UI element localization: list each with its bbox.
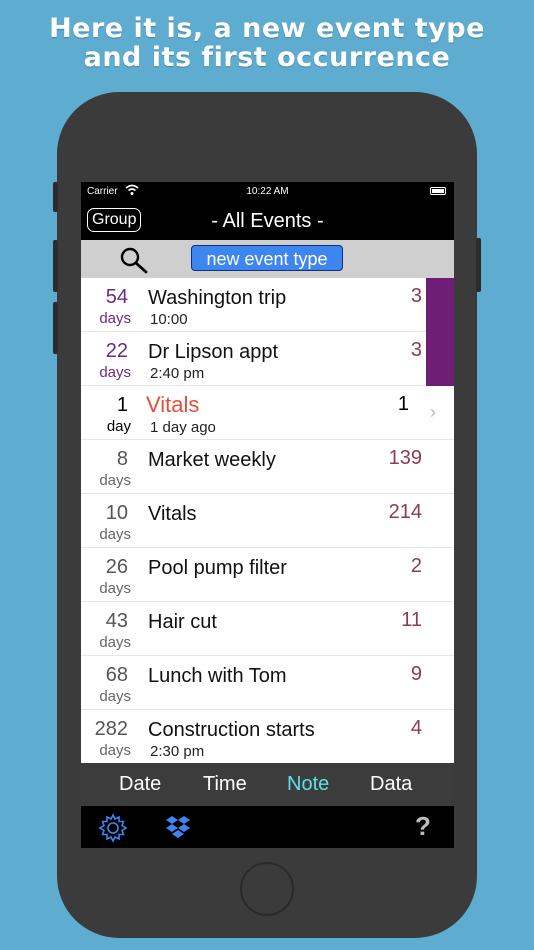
event-detail: 10:00 bbox=[150, 311, 188, 328]
search-icon[interactable] bbox=[119, 246, 149, 274]
category-color-bar bbox=[426, 278, 454, 386]
tab-time[interactable]: Time bbox=[203, 773, 247, 796]
event-row[interactable]: 43 days Hair cut 11 bbox=[81, 602, 454, 656]
search-bar: new event type bbox=[81, 240, 454, 278]
app-screen: Carrier 10:22 AM Group - All Events - ne… bbox=[81, 182, 454, 848]
home-button[interactable] bbox=[240, 862, 294, 916]
chevron-right-icon: › bbox=[430, 402, 436, 422]
occurrence-count: 4 bbox=[410, 717, 422, 739]
mute-switch bbox=[53, 182, 58, 212]
status-bar: Carrier 10:22 AM bbox=[81, 182, 454, 202]
event-name: Vitals bbox=[146, 392, 200, 417]
tab-date[interactable]: Date bbox=[119, 773, 161, 796]
elapsed-unit: days bbox=[99, 472, 131, 489]
event-detail: 2:30 pm bbox=[150, 743, 205, 760]
headline-line-2: and its first occurrence bbox=[83, 42, 451, 73]
event-row-selected[interactable]: 1 day Vitals 1 day ago 1 › bbox=[81, 386, 454, 440]
event-name: Pool pump filter bbox=[148, 557, 287, 579]
elapsed-count: 68 bbox=[105, 664, 128, 686]
event-row[interactable]: 26 days Pool pump filter 2 bbox=[81, 548, 454, 602]
occurrence-count: 9 bbox=[410, 663, 422, 685]
elapsed-unit: days bbox=[99, 634, 131, 651]
tab-data[interactable]: Data bbox=[370, 773, 412, 796]
column-tab-bar: Date Time Note Data bbox=[81, 763, 454, 806]
elapsed-unit: days bbox=[99, 310, 131, 327]
event-detail: 1 day ago bbox=[150, 419, 216, 436]
event-name: Market weekly bbox=[148, 449, 276, 471]
navigation-bar: Group - All Events - bbox=[81, 202, 454, 240]
elapsed-unit: days bbox=[99, 688, 131, 705]
elapsed-count: 43 bbox=[105, 610, 128, 632]
elapsed-unit: days bbox=[99, 742, 131, 759]
help-button[interactable]: ? bbox=[415, 811, 431, 842]
elapsed-count: 1 bbox=[116, 394, 128, 416]
headline: Here it is, a new event type and its fir… bbox=[0, 14, 534, 72]
occurrence-count: 214 bbox=[388, 501, 422, 523]
new-event-type-button[interactable]: new event type bbox=[191, 245, 343, 271]
occurrence-count: 139 bbox=[388, 447, 422, 469]
gear-icon[interactable] bbox=[98, 813, 128, 848]
event-name: Vitals bbox=[148, 503, 197, 525]
occurrence-count: 1 bbox=[397, 393, 409, 415]
occurrence-count: 11 bbox=[401, 609, 422, 631]
event-list: 54 days Washington trip 10:00 3 22 days … bbox=[81, 278, 454, 764]
event-name: Hair cut bbox=[148, 611, 217, 633]
event-row[interactable]: 22 days Dr Lipson appt 2:40 pm 3 bbox=[81, 332, 454, 386]
power-button bbox=[476, 238, 481, 292]
bottom-toolbar: ? bbox=[81, 806, 454, 848]
event-name: Lunch with Tom bbox=[148, 665, 287, 687]
volume-up-button bbox=[53, 240, 58, 292]
elapsed-count: 22 bbox=[105, 340, 128, 362]
tab-note[interactable]: Note bbox=[287, 773, 329, 796]
headline-line-1: Here it is, a new event type bbox=[49, 13, 485, 44]
battery-icon bbox=[430, 187, 446, 195]
event-detail: 2:40 pm bbox=[150, 365, 205, 382]
elapsed-count: 10 bbox=[105, 502, 128, 524]
elapsed-count: 282 bbox=[94, 718, 128, 740]
elapsed-unit: days bbox=[99, 526, 131, 543]
elapsed-count: 8 bbox=[116, 448, 128, 470]
event-row[interactable]: 8 days Market weekly 139 bbox=[81, 440, 454, 494]
occurrence-count: 3 bbox=[410, 285, 422, 307]
page-title: - All Events - bbox=[211, 210, 324, 232]
elapsed-unit: day bbox=[106, 418, 131, 435]
elapsed-count: 26 bbox=[105, 556, 128, 578]
dropbox-icon[interactable] bbox=[165, 814, 191, 845]
event-row[interactable]: 10 days Vitals 214 bbox=[81, 494, 454, 548]
clock-label: 10:22 AM bbox=[246, 186, 289, 197]
elapsed-count: 54 bbox=[105, 286, 128, 308]
event-name: Construction starts bbox=[148, 719, 315, 741]
elapsed-unit: days bbox=[99, 364, 131, 381]
occurrence-count: 2 bbox=[410, 555, 422, 577]
event-name: Dr Lipson appt bbox=[148, 341, 279, 363]
event-row[interactable]: 68 days Lunch with Tom 9 bbox=[81, 656, 454, 710]
event-row[interactable]: 54 days Washington trip 10:00 3 bbox=[81, 278, 454, 332]
elapsed-unit: days bbox=[99, 580, 131, 597]
event-name: Washington trip bbox=[148, 287, 287, 309]
occurrence-count: 3 bbox=[410, 339, 422, 361]
event-row[interactable]: 282 days Construction starts 2:30 pm 4 bbox=[81, 710, 454, 764]
volume-down-button bbox=[53, 302, 58, 354]
